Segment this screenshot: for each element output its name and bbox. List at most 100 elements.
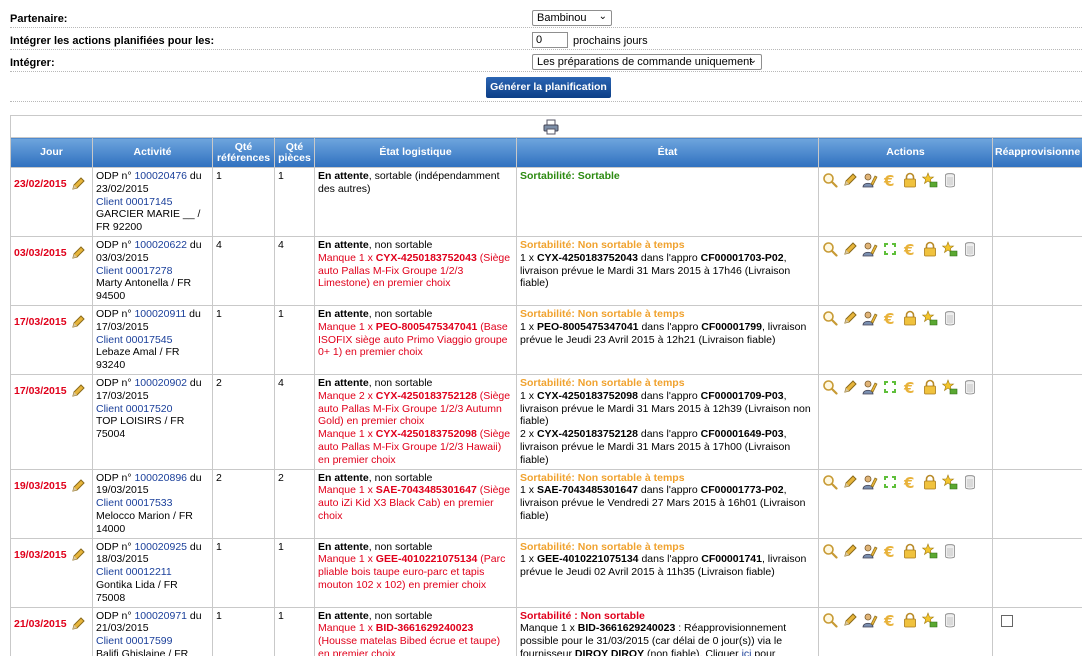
star-add-icon[interactable] bbox=[942, 241, 958, 257]
odp-link[interactable]: 100020911 bbox=[134, 308, 186, 320]
reappro-link[interactable]: ici bbox=[742, 648, 752, 656]
lock-icon[interactable] bbox=[902, 172, 918, 188]
header-qte-references[interactable]: Qté références bbox=[212, 137, 275, 168]
search-icon[interactable] bbox=[822, 612, 838, 628]
lock-icon[interactable] bbox=[902, 543, 918, 559]
split-icon[interactable] bbox=[882, 379, 898, 395]
search-icon[interactable] bbox=[822, 543, 838, 559]
star-add-icon[interactable] bbox=[942, 379, 958, 395]
star-add-icon[interactable] bbox=[922, 310, 938, 326]
pencil-icon[interactable] bbox=[70, 245, 86, 261]
pencil-icon[interactable] bbox=[842, 543, 858, 559]
integrate-select[interactable]: Les préparations de commande uniquement … bbox=[532, 54, 762, 70]
trash-icon[interactable] bbox=[962, 379, 978, 395]
star-add-icon[interactable] bbox=[942, 473, 958, 490]
trash-icon[interactable] bbox=[962, 241, 978, 257]
trash-icon[interactable] bbox=[962, 474, 978, 490]
client-link[interactable]: 00017533 bbox=[126, 497, 173, 509]
search-icon[interactable] bbox=[822, 379, 838, 395]
euro-icon[interactable]: € bbox=[882, 543, 898, 559]
star-add-icon[interactable] bbox=[922, 611, 938, 628]
search-icon[interactable] bbox=[822, 241, 838, 257]
odp-link[interactable]: 100020925 bbox=[134, 541, 187, 553]
client-link[interactable]: 00017278 bbox=[126, 265, 173, 277]
lock-icon[interactable] bbox=[922, 379, 938, 395]
lock-icon[interactable] bbox=[922, 241, 938, 257]
pencil-icon[interactable] bbox=[842, 379, 858, 395]
print-icon[interactable] bbox=[543, 119, 559, 135]
client-link[interactable]: 00017599 bbox=[126, 635, 173, 647]
odp-link[interactable]: 100020971 bbox=[134, 610, 187, 622]
header-etat[interactable]: État bbox=[516, 137, 819, 168]
euro-icon[interactable]: € bbox=[882, 172, 898, 188]
lock-icon[interactable] bbox=[902, 310, 918, 326]
generate-planning-button[interactable]: Générer la planification bbox=[486, 77, 611, 98]
supply-line: 1 x PEO-8005475347041 dans l'appro CF000… bbox=[520, 320, 807, 346]
trash-icon[interactable] bbox=[942, 612, 958, 628]
cell-etat: Sortabilité: Sortable bbox=[516, 167, 819, 237]
pencil-icon[interactable] bbox=[70, 478, 86, 494]
client-link[interactable]: 00017145 bbox=[126, 196, 173, 208]
pencil-icon[interactable] bbox=[70, 176, 86, 192]
search-icon[interactable] bbox=[822, 172, 838, 188]
cell-jour: 17/03/2015 bbox=[10, 304, 93, 375]
header-activite[interactable]: Activité bbox=[92, 137, 213, 168]
euro-icon[interactable]: € bbox=[902, 379, 918, 395]
pencil-icon[interactable] bbox=[842, 612, 858, 628]
ref-code: CYX-4250183752098 bbox=[536, 389, 638, 402]
cell-activite: ODP n° 100020476 du 23/02/2015 Client 000… bbox=[92, 167, 213, 237]
euro-icon[interactable]: € bbox=[882, 310, 898, 326]
cell-activite: ODP n° 100020971 du 21/03/2015 Client 000… bbox=[92, 606, 213, 656]
days-input[interactable]: 0 bbox=[532, 32, 568, 48]
client-link[interactable]: 00017520 bbox=[126, 403, 173, 415]
header-qte-pieces[interactable]: Qté pièces bbox=[274, 137, 315, 168]
missing-item: Manque 2 x CYX-4250183752128 (Siège auto… bbox=[318, 389, 511, 428]
pencil-icon[interactable] bbox=[842, 310, 858, 326]
user-edit-icon[interactable] bbox=[862, 474, 878, 490]
partner-select[interactable]: Bambinou ⌄ bbox=[532, 10, 612, 26]
pencil-icon[interactable] bbox=[842, 474, 858, 490]
euro-icon[interactable]: € bbox=[902, 474, 918, 490]
pencil-icon[interactable] bbox=[70, 547, 86, 563]
lock-icon[interactable] bbox=[902, 612, 918, 628]
client-link[interactable]: 00017545 bbox=[126, 334, 173, 346]
pencil-icon[interactable] bbox=[70, 383, 86, 399]
user-edit-icon[interactable] bbox=[862, 379, 878, 395]
user-edit-icon[interactable] bbox=[862, 172, 878, 188]
client-link[interactable]: 00012211 bbox=[126, 566, 172, 578]
cell-etat-logistique: En attente, sortable (indépendamment des… bbox=[314, 167, 517, 237]
cell-etat-logistique: En attente, non sortable Manque 1 x BID-3… bbox=[314, 606, 517, 656]
odp-link[interactable]: 100020622 bbox=[134, 239, 187, 251]
trash-icon[interactable] bbox=[942, 310, 958, 326]
user-edit-icon[interactable] bbox=[862, 543, 878, 559]
header-etat-logistique[interactable]: État logistique bbox=[314, 137, 517, 168]
cell-qte-pieces: 1 bbox=[274, 606, 315, 656]
euro-icon[interactable]: € bbox=[882, 612, 898, 628]
star-add-icon[interactable] bbox=[922, 542, 938, 559]
ref-code: CYX-4250183752098 bbox=[375, 428, 477, 441]
header-jour[interactable]: Jour bbox=[10, 137, 93, 168]
star-add-icon[interactable] bbox=[922, 172, 938, 188]
pencil-icon[interactable] bbox=[70, 314, 86, 330]
pencil-icon[interactable] bbox=[70, 616, 86, 632]
search-icon[interactable] bbox=[822, 474, 838, 490]
odp-prefix: ODP n° bbox=[96, 540, 135, 553]
user-edit-icon[interactable] bbox=[862, 310, 878, 326]
search-icon[interactable] bbox=[822, 310, 838, 326]
user-edit-icon[interactable] bbox=[862, 241, 878, 257]
split-icon[interactable] bbox=[882, 474, 898, 490]
trash-icon[interactable] bbox=[942, 172, 958, 188]
trash-icon[interactable] bbox=[942, 543, 958, 559]
pencil-icon[interactable] bbox=[842, 241, 858, 257]
user-edit-icon[interactable] bbox=[862, 612, 878, 628]
odp-link[interactable]: 100020896 bbox=[134, 472, 187, 484]
reappro-checkbox[interactable] bbox=[1001, 614, 1013, 627]
split-icon[interactable] bbox=[882, 241, 898, 257]
lock-icon[interactable] bbox=[922, 474, 938, 490]
cell-qte-pieces: 1 bbox=[274, 167, 315, 237]
ref-code: GEE-4010221075134 bbox=[536, 553, 639, 566]
euro-icon[interactable]: € bbox=[902, 241, 918, 257]
pencil-icon[interactable] bbox=[842, 172, 858, 188]
odp-link[interactable]: 100020902 bbox=[134, 377, 187, 389]
odp-link[interactable]: 100020476 bbox=[134, 170, 187, 182]
